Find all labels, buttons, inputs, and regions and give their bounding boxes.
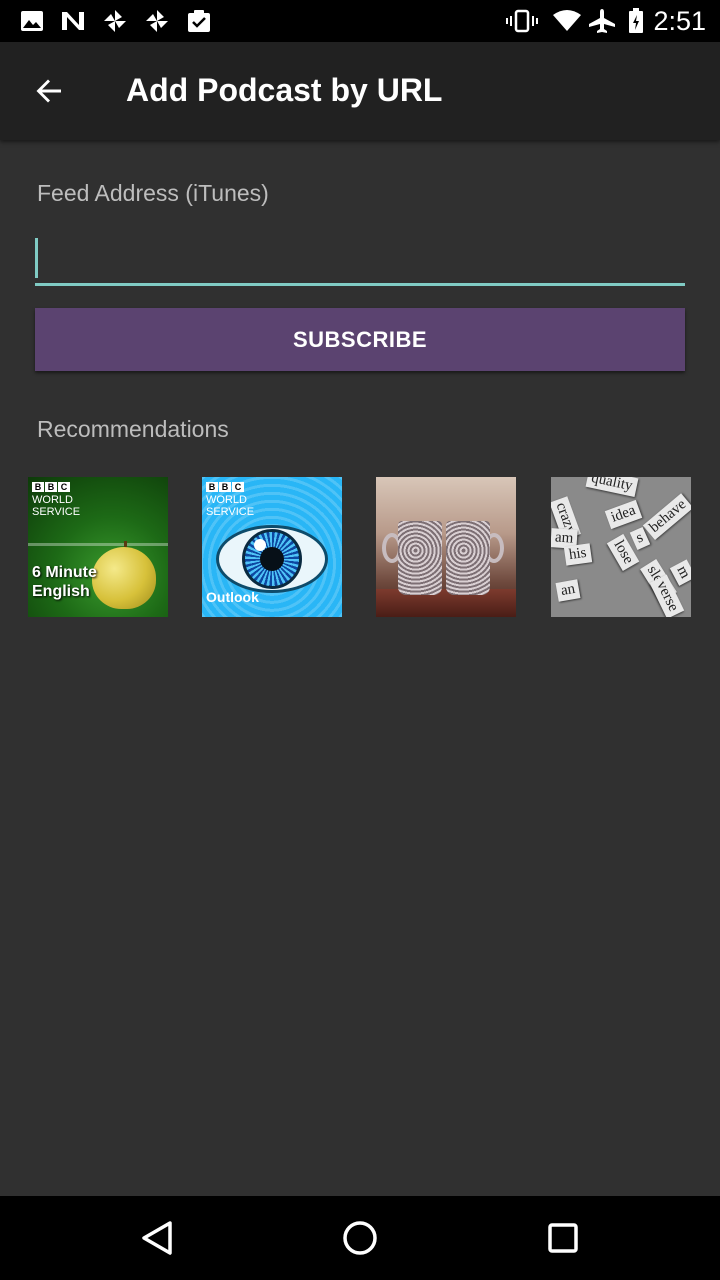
word-tile: idea	[604, 499, 643, 530]
feed-address-label: Feed Address (iTunes)	[37, 180, 269, 206]
nav-home-button[interactable]	[340, 1218, 380, 1258]
podcast-cover-outlook[interactable]: B B C WORLD SERVICE Outlook	[202, 477, 342, 617]
feed-address-input[interactable]	[35, 232, 685, 286]
text-cursor	[35, 238, 38, 278]
word-tile: an	[555, 579, 581, 602]
image-icon	[20, 8, 44, 34]
nav-recents-button[interactable]	[543, 1218, 583, 1258]
airplane-icon	[588, 8, 616, 34]
app-bar: Add Podcast by URL	[0, 42, 720, 140]
world-service-text: WORLD SERVICE	[32, 494, 81, 518]
word-tile: m	[669, 559, 691, 586]
word-tile: his	[563, 543, 592, 566]
vibrate-icon	[506, 8, 538, 34]
pinwheel-icon	[102, 8, 128, 34]
wifi-icon	[552, 8, 582, 34]
recommendations-list: B B C WORLD SERVICE 6 Minute English B B…	[0, 477, 720, 617]
page-title: Add Podcast by URL	[126, 72, 443, 108]
clock: 2:51	[653, 6, 706, 36]
battery-icon	[626, 8, 646, 34]
arrow-back-icon	[36, 79, 61, 103]
nav-back-button[interactable]	[137, 1218, 177, 1258]
podcast-cover-word-tiles[interactable]: quality crazy idea behave am his lose s …	[551, 477, 691, 617]
apple-image	[92, 547, 156, 609]
system-nav-bar	[0, 1196, 720, 1280]
back-triangle-icon	[142, 1221, 172, 1255]
pinwheel-icon	[144, 8, 170, 34]
mug-image	[398, 521, 442, 595]
subscribe-button[interactable]: SUBSCRIBE	[35, 308, 685, 371]
cover-title: 6 Minute English	[32, 564, 97, 600]
word-tile: quality	[585, 477, 639, 497]
world-service-text: WORLD SERVICE	[206, 494, 255, 518]
back-button[interactable]	[22, 64, 76, 118]
recents-square-icon	[548, 1223, 578, 1253]
recommendations-heading: Recommendations	[37, 416, 229, 442]
clipboard-check-icon	[186, 8, 212, 34]
podcast-cover-mugs[interactable]	[376, 477, 516, 617]
mug-image	[446, 521, 490, 595]
n-icon	[60, 8, 86, 34]
cover-title: Outlook	[206, 589, 259, 605]
word-tile: behave	[642, 492, 691, 541]
bbc-logo: B B C	[206, 482, 244, 492]
podcast-cover-6-minute-english[interactable]: B B C WORLD SERVICE 6 Minute English	[28, 477, 168, 617]
home-circle-icon	[343, 1221, 377, 1255]
status-bar: 2:51	[0, 0, 720, 42]
bbc-logo: B B C	[32, 482, 70, 492]
